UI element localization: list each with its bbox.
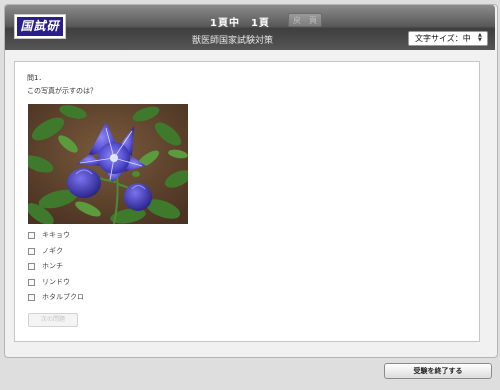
choice-label: リンドウ [42, 277, 70, 286]
logo: 国試研 [14, 14, 66, 39]
finish-exam-button[interactable]: 受験を終了する [384, 363, 492, 379]
logo-text: 国試研 [17, 17, 63, 36]
font-size-label: 文字サイズ：中 [415, 34, 471, 43]
choice-label: キキョウ [42, 231, 70, 239]
next-question-button[interactable]: 次の問題 [28, 313, 78, 327]
question-text: この写真が示すのは？ [27, 87, 97, 95]
prev-page-button[interactable]: 戻 頁 [288, 13, 322, 27]
select-arrows-icon: ▲ ▼ [478, 32, 482, 43]
page-subtitle: 獣医師国家試験対策 [192, 36, 274, 46]
choice-label: ノギク [42, 246, 63, 255]
choice-label: ホタルブクロ [42, 293, 84, 301]
page-indicator: 1頁中 1頁 [210, 18, 270, 29]
choice-checkbox[interactable] [28, 294, 35, 301]
choice-checkbox[interactable] [28, 263, 35, 270]
choice-checkbox[interactable] [28, 247, 35, 255]
question-number: 問1． [27, 74, 46, 82]
choice-label: ホンチ [42, 262, 63, 270]
question-photo [28, 104, 188, 224]
font-size-select[interactable]: 文字サイズ：中 ▲ ▼ [408, 31, 488, 46]
choice-checkbox[interactable] [28, 278, 35, 286]
choice-checkbox[interactable] [28, 232, 35, 239]
